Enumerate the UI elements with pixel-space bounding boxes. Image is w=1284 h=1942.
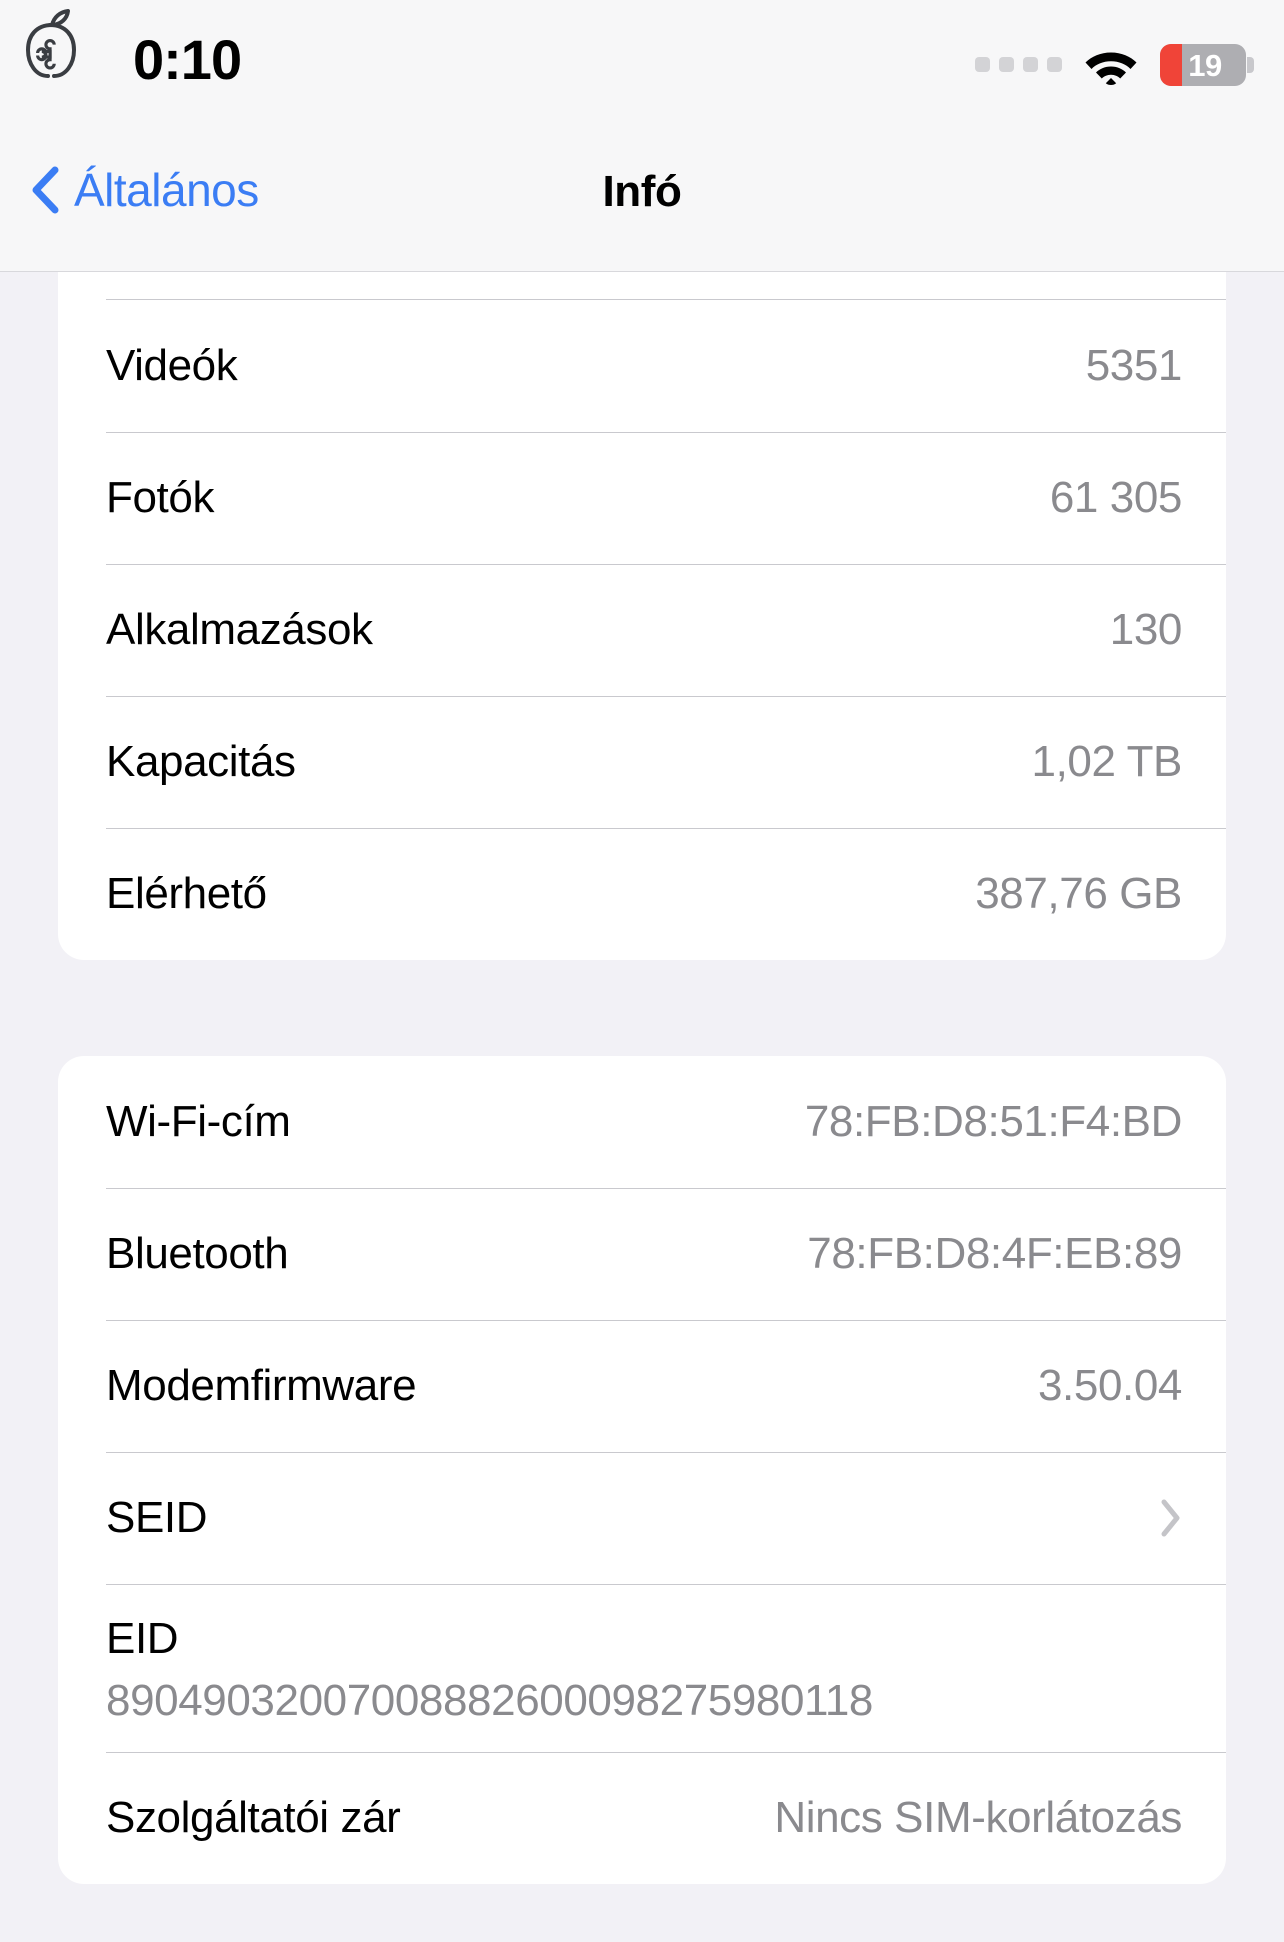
table-row[interactable]: Wi-Fi-cím 78:FB:D8:51:F4:BD bbox=[58, 1056, 1226, 1188]
row-value: 1,02 TB bbox=[1031, 737, 1183, 786]
row-label: Bluetooth bbox=[106, 1229, 289, 1278]
row-label: Kapacitás bbox=[106, 737, 296, 786]
row-label: Fotók bbox=[106, 473, 215, 522]
signal-dots-icon bbox=[975, 56, 1062, 72]
row-label: Videók bbox=[106, 341, 238, 390]
table-row[interactable]: Modemfirmware 3.50.04 bbox=[58, 1320, 1226, 1452]
row-value: 78:FB:D8:4F:EB:89 bbox=[807, 1229, 1182, 1278]
row-value: 89049032007008882600098275980118 bbox=[106, 1676, 873, 1725]
hardware-section: Wi-Fi-cím 78:FB:D8:51:F4:BD Bluetooth 78… bbox=[58, 1056, 1226, 1884]
row-value: 78:FB:D8:51:F4:BD bbox=[804, 1097, 1183, 1146]
table-row-eid[interactable]: EID 89049032007008882600098275980118 bbox=[58, 1584, 1226, 1752]
battery-cap bbox=[1247, 57, 1254, 73]
section-top-separator bbox=[58, 272, 1226, 300]
row-label: Wi-Fi-cím bbox=[106, 1097, 291, 1146]
row-label: Elérhető bbox=[106, 869, 267, 918]
page-title: Infó bbox=[602, 167, 682, 216]
battery-icon: 19 bbox=[1160, 44, 1254, 86]
row-value: 61 305 bbox=[1049, 473, 1183, 522]
table-row[interactable]: Alkalmazások 130 bbox=[58, 564, 1226, 696]
row-label: SEID bbox=[106, 1493, 208, 1542]
table-row[interactable]: Videók 5351 bbox=[58, 300, 1226, 432]
battery-fill bbox=[1160, 44, 1182, 86]
wifi-icon bbox=[1084, 45, 1138, 85]
row-value: 387,76 GB bbox=[975, 869, 1182, 918]
table-row-seid[interactable]: SEID bbox=[58, 1452, 1226, 1584]
table-row[interactable]: Fotók 61 305 bbox=[58, 432, 1226, 564]
table-row[interactable]: Elérhető 387,76 GB bbox=[58, 828, 1226, 960]
table-row[interactable]: Szolgáltatói zár Nincs SIM-korlátozás bbox=[58, 1752, 1226, 1884]
status-bar-time: 0:10 bbox=[133, 28, 242, 91]
row-label: Modemfirmware bbox=[106, 1361, 417, 1410]
row-label: Alkalmazások bbox=[106, 605, 373, 654]
table-row[interactable]: Kapacitás 1,02 TB bbox=[58, 696, 1226, 828]
table-row[interactable]: Bluetooth 78:FB:D8:4F:EB:89 bbox=[58, 1188, 1226, 1320]
status-bar-indicators: 19 bbox=[975, 44, 1254, 86]
row-label: EID bbox=[106, 1614, 179, 1663]
nav-bar: Általános Infó bbox=[0, 122, 1284, 272]
row-value: 3.50.04 bbox=[1037, 1361, 1182, 1410]
apple-command-outline-icon bbox=[22, 8, 84, 82]
storage-section: Videók 5351 Fotók 61 305 Alkalmazások 13… bbox=[58, 272, 1226, 960]
row-value: 130 bbox=[1109, 605, 1183, 654]
chevron-right-icon bbox=[1160, 1498, 1182, 1538]
settings-scroll-view[interactable]: Videók 5351 Fotók 61 305 Alkalmazások 13… bbox=[0, 272, 1284, 1942]
row-value: 5351 bbox=[1085, 341, 1183, 390]
battery-level-label: 19 bbox=[1188, 47, 1222, 83]
row-label: Szolgáltatói zár bbox=[106, 1793, 401, 1842]
row-value: Nincs SIM-korlátozás bbox=[774, 1793, 1182, 1842]
status-bar: 0:10 19 bbox=[0, 0, 1284, 122]
